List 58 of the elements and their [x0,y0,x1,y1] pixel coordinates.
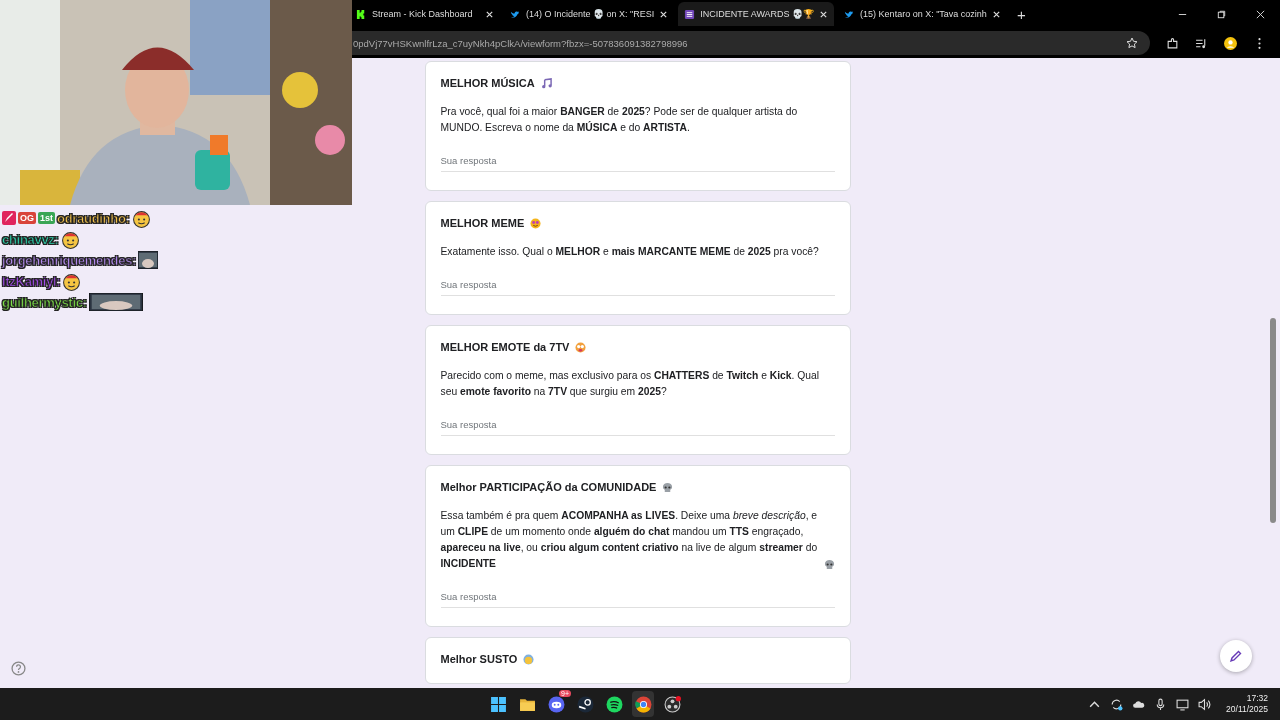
chat-username: chinavvz: [2,231,59,247]
restore-icon[interactable] [1216,8,1227,20]
steam-icon [576,695,594,713]
music-app-icon [605,695,623,713]
question-description: Essa também é pra quem ACOMPANHA as LIVES. Deixe uma breve descrição, e um CLIPE de um momento onde alguém do chat mandou um TTS engraçado, apareceu na live, ou criou algum content criativo na live de algum streamer do INCIDENTE [440,509,819,571]
form-icon [684,8,696,20]
rocket-badge-icon [2,211,16,225]
question-title: Melhor PARTICIPAÇÃO da COMUNIDADE [440,481,657,493]
close-icon[interactable] [819,9,829,19]
question-title: Melhor SUSTO [440,653,518,665]
skull-icon [662,481,674,493]
new-tab-button[interactable]: + [1010,5,1032,23]
media-icon[interactable] [1195,36,1208,50]
close-icon[interactable] [1255,8,1266,20]
question-description: Exatamente isso. Qual o MELHOR e mais MARCANTE MEME de 2025 pra você? [440,245,819,259]
question-title: MELHOR MEME [440,217,525,229]
recorder-icon [663,695,681,713]
browser-tab[interactable]: INCIDENTE AWARDS 💀🏆 [678,2,835,26]
smiley-emote-icon [62,271,82,291]
pencil-icon [1229,649,1243,663]
avatar-icon[interactable] [1224,36,1237,50]
emoji-icon [575,341,587,353]
skull-icon [823,559,835,570]
chat-badge: OG [18,212,36,224]
chat-username: guilhermystic: [2,294,87,310]
emoji-icon [530,217,542,229]
puzzle-icon[interactable] [1166,36,1179,50]
kick-icon [356,8,367,20]
smiley-emote-icon [60,229,80,249]
chat-app-icon [547,695,565,713]
edit-button[interactable] [1220,640,1252,672]
star-icon[interactable] [1126,37,1138,49]
help-icon[interactable] [11,661,26,676]
question-title: MELHOR EMOTE da 7TV [440,341,570,353]
clock[interactable]: 17:32 20/11/2025 [1226,693,1268,715]
chat-username: odraudinho: [57,210,130,226]
chat-username: jorgehenriquemendes: [2,252,137,268]
emoji-icon [523,653,535,665]
question-description: Parecido com o meme, mas exclusivo para os CHATTERS de Twitch e Kick. Qual seu emote favorito na 7TV que surgiu em 2025? [440,369,820,399]
browser-tab[interactable]: (14) O Incidente 💀 on X: "RESI [504,2,675,26]
sync-icon[interactable] [1110,697,1124,711]
smiley-emote-icon [131,208,151,228]
browser-tab[interactable]: (15) Kentaro on X: "Tava cozinh [838,2,1007,26]
browser-icon [634,695,652,713]
close-icon[interactable] [659,9,669,19]
question-description: Pra você, qual foi a maior BANGER de 2025? Pode ser de qualquer artista do MUNDO. Escreva o nome da MÚSICA e do ARTISTA. [440,105,799,135]
browser-tab[interactable]: Stream - Kick Dashboard [350,2,500,26]
chat-username: ItzKamiyl: [2,273,61,289]
monitor-icon[interactable] [1176,697,1190,711]
address-bar[interactable]: 0pdVj77vHSKwnlfrLza_c7uyNkh4pClkA/viewform?fbzx=-507836091382798996 [352,31,1150,55]
windows-icon [489,695,507,713]
close-icon[interactable] [991,9,1001,19]
chat-badge: 1st [38,212,56,224]
taskbar-app[interactable] [632,691,655,717]
speaker-icon[interactable] [1198,697,1212,711]
close-icon[interactable] [485,9,494,19]
question-title: MELHOR MÚSICA [440,77,535,89]
music-note-icon [540,77,552,89]
